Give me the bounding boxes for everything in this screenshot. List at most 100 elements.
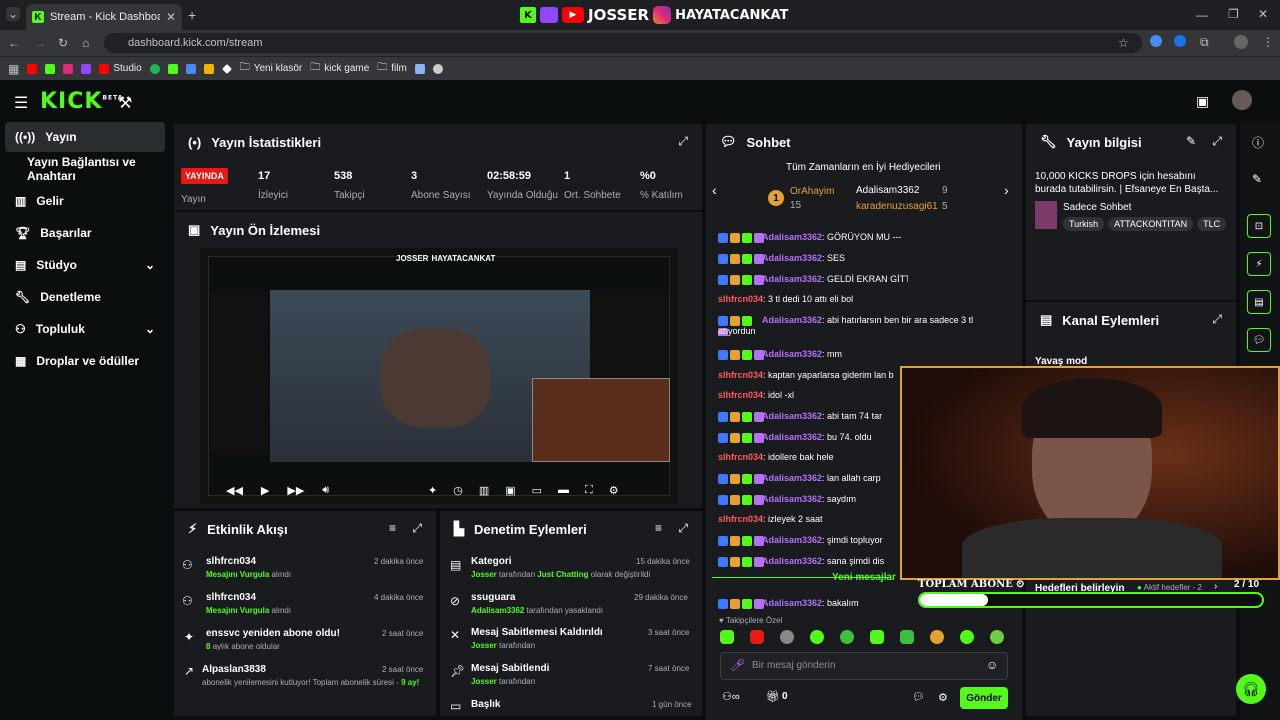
new-messages-label[interactable]: Yeni mesajlar (832, 572, 896, 583)
kick-logo[interactable]: KICKBETA (40, 89, 123, 114)
browser-tab[interactable]: K Stream - Kick Dashboard ✕ (26, 4, 182, 30)
extensions-puzzle-icon[interactable]: ⧉ (1200, 35, 1209, 50)
hamburger-menu-icon[interactable]: ☰ (14, 93, 28, 113)
emote-icon[interactable] (870, 630, 884, 644)
chat-username[interactable]: Adalisam3362 (762, 432, 822, 442)
edit-pencil-icon[interactable]: ✎ (1186, 134, 1196, 148)
chevron-right-icon[interactable]: › (1004, 182, 1009, 198)
emote-icon[interactable] (810, 630, 824, 644)
bookmark-icon[interactable] (221, 63, 232, 74)
chat-username[interactable]: slhfrcn034 (718, 452, 763, 462)
sidebar-item-basarilar[interactable]: 🏆︎ Başarılar (5, 218, 165, 248)
kick-bookmark-icon[interactable] (167, 63, 178, 74)
tab-search-icon[interactable]: ⌄ (6, 7, 20, 21)
menu-dots-icon[interactable]: ⋮ (1262, 35, 1274, 49)
emote-icon[interactable] (900, 630, 914, 644)
sidebar-item-stream-key[interactable]: Yayın Bağlantısı ve Anahtarı (5, 154, 165, 184)
bookmark-icon[interactable] (432, 63, 443, 74)
chat-settings-bubble-icon[interactable]: 💬︎ (912, 692, 925, 703)
info-icon[interactable]: ⓘ (1252, 134, 1264, 151)
tag[interactable]: TLC (1197, 217, 1227, 231)
close-icon[interactable]: ✕ (166, 10, 176, 24)
expand-icon[interactable]: ⤢ (1212, 134, 1222, 149)
edit-pencil-icon[interactable]: ✎ (1252, 172, 1262, 186)
chat-users-icon[interactable]: ⚇∞ (722, 690, 740, 703)
chevron-left-icon[interactable]: ‹ (712, 182, 717, 198)
quick-action-icon[interactable]: ⊡ (1247, 214, 1271, 238)
kick-bookmark-icon[interactable] (45, 63, 56, 74)
sidebar-item-yayin[interactable]: ((•)) Yayın (5, 122, 165, 152)
send-button[interactable]: Gönder (960, 687, 1008, 709)
theatre-icon[interactable]: ▭ (532, 484, 542, 497)
sidebar-item-droplar[interactable]: ▦ Droplar ve ödüller (5, 346, 165, 376)
chat-username[interactable]: Adalisam3362 (762, 274, 822, 284)
gift-icon[interactable]: 🎁︎ (766, 690, 780, 703)
play-icon[interactable]: ▶ (261, 484, 269, 497)
spotify-bookmark-icon[interactable] (149, 63, 160, 74)
tag[interactable]: ATTACKONTITAN (1108, 217, 1194, 231)
url-input[interactable]: dashboard.kick.com/stream (104, 33, 1142, 53)
maximize-icon[interactable]: ❐ (1228, 7, 1239, 21)
screen-icon[interactable]: ▬ (558, 484, 569, 497)
bookmark-studio[interactable]: Studio (99, 63, 142, 74)
chat-username[interactable]: Adalisam3362 (762, 232, 822, 242)
rewind-icon[interactable]: ◀◀ (226, 484, 243, 497)
chat-username[interactable]: Adalisam3362 (762, 535, 822, 545)
window-close-icon[interactable]: ✕ (1258, 7, 1268, 21)
emote-icon[interactable] (990, 630, 1004, 644)
chat-username[interactable]: Adalisam3362 (762, 494, 822, 504)
youtube-bookmark-icon[interactable] (27, 63, 38, 74)
tag[interactable]: Turkish (1063, 217, 1105, 231)
stream-preview-video[interactable]: JOSSER HAYATACANKAT ◀◀ ▶ ▶▶ 🔊︎ ✦ ◷ ▥ ▣ ▭ ▬ ⛶ ⚙ (200, 248, 678, 504)
bookmark-icon[interactable] (203, 63, 214, 74)
emote-icon[interactable] (960, 630, 974, 644)
bookmark-folder[interactable]: 🗀 kick game (310, 60, 369, 77)
chat-username[interactable]: Adalisam3362 (762, 411, 822, 421)
forward-icon[interactable]: ▶▶ (287, 484, 304, 497)
chat-username[interactable]: slhfrcn034 (718, 514, 763, 524)
image-bookmark-icon[interactable] (414, 63, 425, 74)
forward-icon[interactable]: → (34, 36, 46, 50)
sidebar-item-topluluk[interactable]: ⚇ Topluluk ⌄ (5, 314, 165, 344)
translate-bookmark-icon[interactable] (185, 63, 196, 74)
extension-icon[interactable] (1150, 35, 1162, 47)
instagram-bookmark-icon[interactable] (63, 63, 74, 74)
chat-username[interactable]: Adalisam3362 (762, 598, 822, 608)
extension-icon[interactable] (1174, 35, 1186, 47)
chat-username[interactable]: Adalisam3362 (762, 349, 822, 359)
expand-icon[interactable]: ⤢ (678, 134, 688, 149)
emote-icon[interactable] (930, 630, 944, 644)
expand-icon[interactable]: ⤢ (1212, 312, 1222, 327)
emote-icon[interactable] (780, 630, 794, 644)
settings-gear-icon[interactable]: ⚙ (609, 484, 619, 497)
active-goals[interactable]: ● Aktif hedefler - 2 (1137, 583, 1202, 592)
chat-username[interactable]: Adalisam3362 (762, 253, 822, 263)
settings-gear-icon[interactable]: ⚙ (938, 691, 948, 704)
emote-icon[interactable] (840, 630, 854, 644)
sidebar-item-denetleme[interactable]: 🔧︎ Denetleme (5, 282, 165, 312)
sidebar-item-studyo[interactable]: ▤ Stüdyo ⌄ (5, 250, 165, 280)
microphone-icon[interactable]: 🎤︎ (730, 658, 745, 672)
pip-icon[interactable]: ▣ (505, 484, 515, 497)
emoji-icon[interactable]: ☺ (986, 658, 998, 672)
expand-icon[interactable]: ⤢ (412, 521, 422, 536)
profile-avatar[interactable] (1234, 35, 1248, 49)
chat-username[interactable]: Adalisam3362 (762, 473, 822, 483)
sidebar-item-gelir[interactable]: ▥ Gelir (5, 186, 165, 216)
bookmark-folder[interactable]: 🗀 film (377, 60, 407, 77)
chat-username[interactable]: slhfrcn034 (718, 370, 763, 380)
bolt-icon[interactable]: ⚡︎ (1247, 252, 1271, 276)
filter-icon[interactable]: ≡ (389, 521, 396, 535)
user-avatar[interactable] (1232, 90, 1252, 110)
chat-input-placeholder[interactable]: Bir mesaj gönderin (752, 660, 835, 671)
timer-icon[interactable]: ◷ (453, 484, 463, 497)
sparkle-icon[interactable]: ✦ (428, 484, 437, 497)
fullscreen-icon[interactable]: ⛶ (585, 484, 593, 497)
chat-username[interactable]: Adalisam3362 (762, 315, 822, 325)
document-icon[interactable]: ▤ (1247, 290, 1271, 314)
chat-username[interactable]: slhfrcn034 (718, 294, 763, 304)
stats-icon[interactable]: ▥ (479, 484, 489, 497)
emote-icon[interactable] (720, 630, 734, 644)
new-tab-icon[interactable]: + (188, 7, 196, 23)
chat-bubble-icon[interactable]: 💬︎ (1247, 328, 1271, 352)
